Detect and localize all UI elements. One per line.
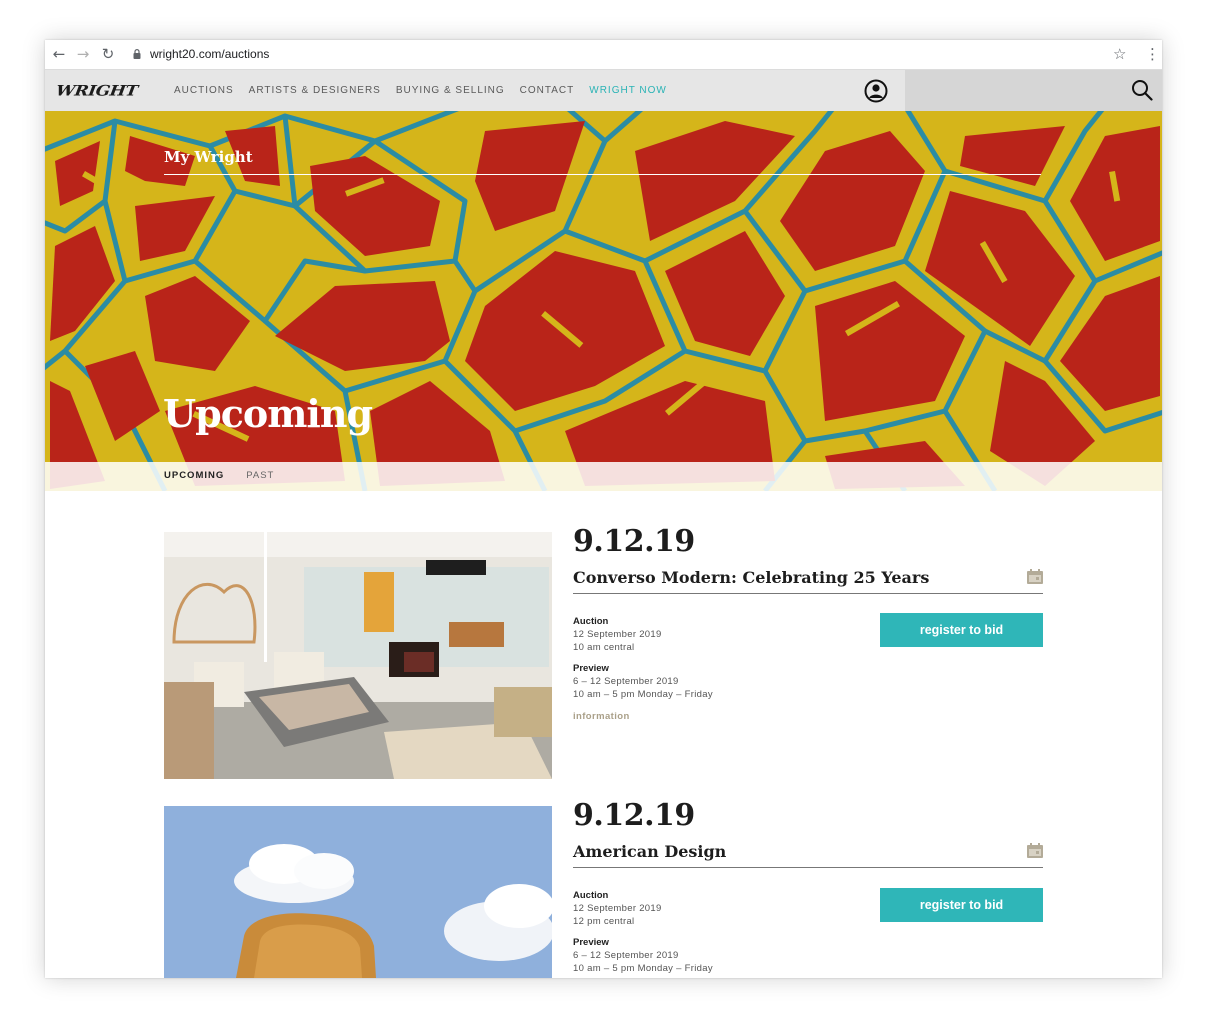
forward-arrow-icon[interactable]: → — [74, 45, 92, 63]
browser-window: ← → ↻ wright20.com/auctions ☆ ⋮ WRIGHT A… — [45, 40, 1162, 978]
auction-label: Auction — [573, 616, 609, 627]
account-icon[interactable] — [864, 79, 888, 103]
auction-card: 9.12.19 Converso Modern: Celebrating 25 … — [164, 524, 1043, 792]
preview-label: Preview — [573, 937, 609, 948]
register-to-bid-button[interactable]: register to bid — [880, 888, 1043, 922]
calendar-icon[interactable] — [1027, 569, 1043, 584]
browser-menu-icon[interactable]: ⋮ — [1145, 45, 1160, 63]
auction-image[interactable] — [164, 532, 552, 779]
nav-wright-now[interactable]: WRIGHT NOW — [589, 85, 667, 96]
auction-time: 12 pm central — [573, 916, 635, 927]
auction-time: 10 am central — [573, 642, 635, 653]
search-area — [905, 70, 1162, 111]
register-to-bid-button[interactable]: register to bid — [880, 613, 1043, 647]
title-divider — [573, 867, 1043, 868]
tab-upcoming[interactable]: UPCOMING — [164, 470, 224, 481]
nav-auctions[interactable]: AUCTIONS — [174, 85, 234, 96]
title-divider — [573, 593, 1043, 594]
nav-artists-designers[interactable]: ARTISTS & DESIGNERS — [249, 85, 381, 96]
preview-hours: 10 am – 5 pm Monday – Friday — [573, 689, 713, 700]
calendar-icon[interactable] — [1027, 843, 1043, 858]
my-wright-label[interactable]: My Wright — [164, 148, 253, 166]
auction-date: 9.12.19 — [573, 798, 695, 833]
auction-date: 9.12.19 — [573, 524, 695, 559]
search-icon[interactable] — [1131, 79, 1153, 101]
back-arrow-icon[interactable]: ← — [50, 45, 68, 63]
auction-day: 12 September 2019 — [573, 629, 662, 640]
auction-tabs: UPCOMING PAST — [164, 470, 296, 481]
hero-banner: My Wright Upcoming UPCOMING PAST — [45, 111, 1162, 491]
auction-day: 12 September 2019 — [573, 903, 662, 914]
preview-dates: 6 – 12 September 2019 — [573, 950, 679, 961]
lock-icon — [133, 49, 141, 59]
bookmark-star-icon[interactable]: ☆ — [1113, 45, 1126, 63]
tab-past[interactable]: PAST — [246, 470, 274, 481]
browser-toolbar: ← → ↻ wright20.com/auctions ☆ ⋮ — [45, 40, 1162, 70]
reload-icon[interactable]: ↻ — [99, 45, 117, 63]
page-title: Upcoming — [163, 391, 373, 436]
nav-contact[interactable]: CONTACT — [520, 85, 575, 96]
hero-divider — [164, 174, 1041, 175]
auction-title[interactable]: American Design — [573, 842, 726, 861]
nav-buying-selling[interactable]: BUYING & SELLING — [396, 85, 505, 96]
preview-label: Preview — [573, 663, 609, 674]
preview-dates: 6 – 12 September 2019 — [573, 676, 679, 687]
wright-logo[interactable]: WRIGHT — [55, 83, 139, 100]
address-bar[interactable]: wright20.com/auctions — [150, 47, 269, 61]
auction-label: Auction — [573, 890, 609, 901]
information-link[interactable]: information — [573, 711, 630, 722]
auction-card: 9.12.19 American Design Auction 12 Septe… — [164, 798, 1043, 978]
site-header: WRIGHT AUCTIONS ARTISTS & DESIGNERS BUYI… — [45, 70, 1162, 111]
preview-hours: 10 am – 5 pm Monday – Friday — [573, 963, 713, 974]
auction-title[interactable]: Converso Modern: Celebrating 25 Years — [573, 568, 929, 587]
main-nav: AUCTIONS ARTISTS & DESIGNERS BUYING & SE… — [174, 85, 682, 96]
auction-image[interactable] — [164, 806, 552, 978]
